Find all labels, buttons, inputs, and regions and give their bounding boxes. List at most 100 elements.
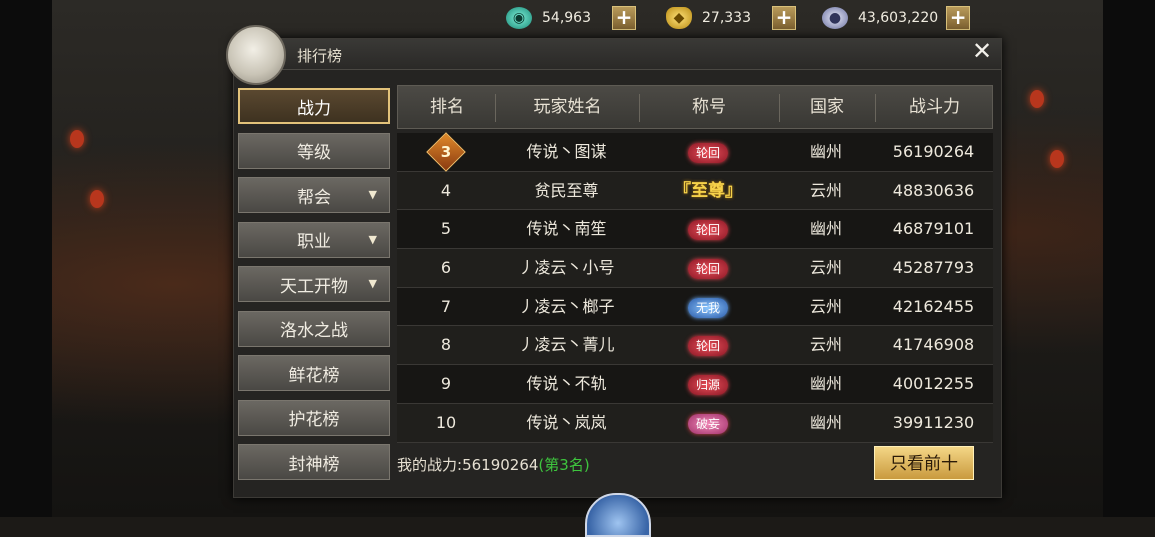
gold-ingot-icon: ◆ xyxy=(666,7,692,29)
rank-number: 10 xyxy=(435,412,457,432)
header-rank: 排名 xyxy=(430,97,464,117)
my-combat-power: 我的战力:56190264(第3名) xyxy=(397,454,590,475)
sidebar-item-crafting[interactable]: 天工开物 ▼ xyxy=(238,266,390,302)
nation: 幽州 xyxy=(809,219,842,239)
sidebar-item-deity-ranking[interactable]: 封神榜 xyxy=(238,444,390,480)
title-cell: 无我 xyxy=(638,288,778,325)
header-nation: 国家 xyxy=(810,97,844,117)
title-cell: 破妄 xyxy=(638,404,778,441)
player-name: 传说丶不轨 xyxy=(526,374,607,394)
sidebar-item-combat-power[interactable]: 战力 xyxy=(238,88,390,124)
combat-power: 56190264 xyxy=(892,142,975,161)
screen-edge-left xyxy=(0,0,52,517)
combat-power: 46879101 xyxy=(892,219,975,239)
sidebar-item-class[interactable]: 职业 ▼ xyxy=(238,221,390,258)
nation: 幽州 xyxy=(809,142,842,161)
rank-number: 4 xyxy=(440,180,452,200)
title-cell: 轮回 xyxy=(638,249,778,286)
header-combat-power: 战斗力 xyxy=(909,97,960,117)
table-row[interactable]: 3 传说丶图谋 轮回 幽州 56190264 xyxy=(397,132,993,172)
sidebar-item-label: 鲜花榜 xyxy=(288,365,340,386)
nation: 云州 xyxy=(809,335,842,355)
sidebar-item-level[interactable]: 等级 xyxy=(238,132,390,169)
player-name: 丿凌云丶小号 xyxy=(518,258,615,278)
ranking-table: 排名 玩家姓名 称号 国家 战斗力 3 传说丶图谋 轮回 幽州 56190264… xyxy=(397,85,993,443)
header-title: 称号 xyxy=(692,97,726,117)
title-cell: 轮回 xyxy=(638,326,778,363)
rank-number: 6 xyxy=(440,258,452,278)
sidebar-item-luoshui-battle[interactable]: 洛水之战 xyxy=(238,310,390,347)
jade-icon: ◉ xyxy=(506,7,532,29)
player-name: 传说丶岚岚 xyxy=(526,412,607,432)
title-badge: 轮回 xyxy=(687,220,728,241)
lantern-decoration xyxy=(70,130,84,148)
combat-power: 39911230 xyxy=(892,412,975,432)
nation: 幽州 xyxy=(809,412,842,432)
table-row[interactable]: 8 丿凌云丶菁儿 轮回 云州 41746908 xyxy=(397,326,993,366)
table-row[interactable]: 4 贫民至尊 『至尊』 云州 48830636 xyxy=(397,171,993,211)
table-row[interactable]: 5 传说丶南笙 轮回 幽州 46879101 xyxy=(397,210,993,250)
dropdown-arrow-icon: ▼ xyxy=(368,232,377,246)
lantern-decoration xyxy=(1030,90,1044,108)
sidebar-item-label: 天工开物 xyxy=(280,276,348,297)
moon-emblem-icon xyxy=(226,25,286,85)
nation: 云州 xyxy=(809,180,842,200)
player-name: 传说丶南笙 xyxy=(526,219,607,239)
combat-power: 41746908 xyxy=(892,335,975,355)
table-row[interactable]: 9 传说丶不轨 归源 幽州 40012255 xyxy=(397,365,993,404)
nation: 云州 xyxy=(809,258,842,278)
lantern-decoration xyxy=(1050,150,1064,168)
panel-title: 排行榜 xyxy=(297,47,343,65)
sidebar-item-label: 战力 xyxy=(297,98,331,119)
my-rank: (第3名) xyxy=(538,456,590,474)
title-cell: 轮回 xyxy=(638,210,778,247)
combat-power: 45287793 xyxy=(892,258,975,278)
silver-coin-icon: ● xyxy=(822,7,848,29)
top-ten-only-button[interactable]: 只看前十 xyxy=(874,446,974,480)
panel-header: 排行榜 ✕ xyxy=(226,25,1001,85)
rank-cell: 3 xyxy=(397,132,495,172)
table-row[interactable]: 6 丿凌云丶小号 轮回 云州 45287793 xyxy=(397,249,993,288)
title-badge: 轮回 xyxy=(687,336,728,357)
player-name: 丿凌云丶菁儿 xyxy=(518,335,615,355)
rank-number: 7 xyxy=(440,296,452,316)
sidebar-item-flower-ranking[interactable]: 鲜花榜 xyxy=(238,355,390,391)
table-body: 3 传说丶图谋 轮回 幽州 56190264 4 贫民至尊 『至尊』 云州 48… xyxy=(397,132,993,443)
silver-amount: 43,603,220 xyxy=(858,10,939,26)
currency-jade: ◉ 54,963 + xyxy=(506,4,636,32)
title-cell: 轮回 xyxy=(638,133,778,170)
close-button[interactable]: ✕ xyxy=(969,38,995,64)
rank-number: 9 xyxy=(440,374,452,394)
add-jade-button[interactable]: + xyxy=(612,6,636,30)
rank-medal-icon: 3 xyxy=(426,132,466,172)
currency-gold: ◆ 27,333 + xyxy=(666,4,796,32)
sidebar-item-protector-ranking[interactable]: 护花榜 xyxy=(238,399,390,436)
gold-amount: 27,333 xyxy=(702,10,751,26)
sidebar-item-label: 等级 xyxy=(297,143,331,163)
combat-power: 40012255 xyxy=(892,374,975,394)
title-badge: 无我 xyxy=(687,297,728,318)
my-power-label: 我的战力: xyxy=(397,456,463,474)
table-row[interactable]: 10 传说丶岚岚 破妄 幽州 39911230 xyxy=(397,403,993,443)
player-name: 丿凌云丶榔子 xyxy=(518,296,615,316)
category-sidebar: 战力 等级 帮会 ▼ 职业 ▼ 天工开物 ▼ 洛水之战 鲜花榜 护花榜 封神榜 xyxy=(238,88,392,489)
header-player-name: 玩家姓名 xyxy=(533,97,602,117)
rank-number: 8 xyxy=(440,335,452,355)
sidebar-item-guild[interactable]: 帮会 ▼ xyxy=(238,177,390,213)
combat-power: 48830636 xyxy=(892,180,975,200)
title-badge: 归源 xyxy=(687,375,728,396)
nation: 云州 xyxy=(809,296,842,316)
player-name: 传说丶图谋 xyxy=(526,142,607,161)
add-silver-button[interactable]: + xyxy=(946,6,971,30)
dropdown-arrow-icon: ▼ xyxy=(368,188,377,201)
sidebar-item-label: 封神榜 xyxy=(288,454,340,475)
combat-power: 42162455 xyxy=(892,296,975,316)
my-power-value: 56190264 xyxy=(462,456,539,474)
title-badge: 轮回 xyxy=(687,259,728,280)
sidebar-item-label: 职业 xyxy=(297,232,331,252)
currency-silver: ● 43,603,220 + xyxy=(822,4,971,32)
table-row[interactable]: 7 丿凌云丶榔子 无我 云州 42162455 xyxy=(397,287,993,327)
sidebar-item-label: 洛水之战 xyxy=(280,321,348,341)
lantern-decoration xyxy=(90,190,104,208)
add-gold-button[interactable]: + xyxy=(772,6,796,30)
